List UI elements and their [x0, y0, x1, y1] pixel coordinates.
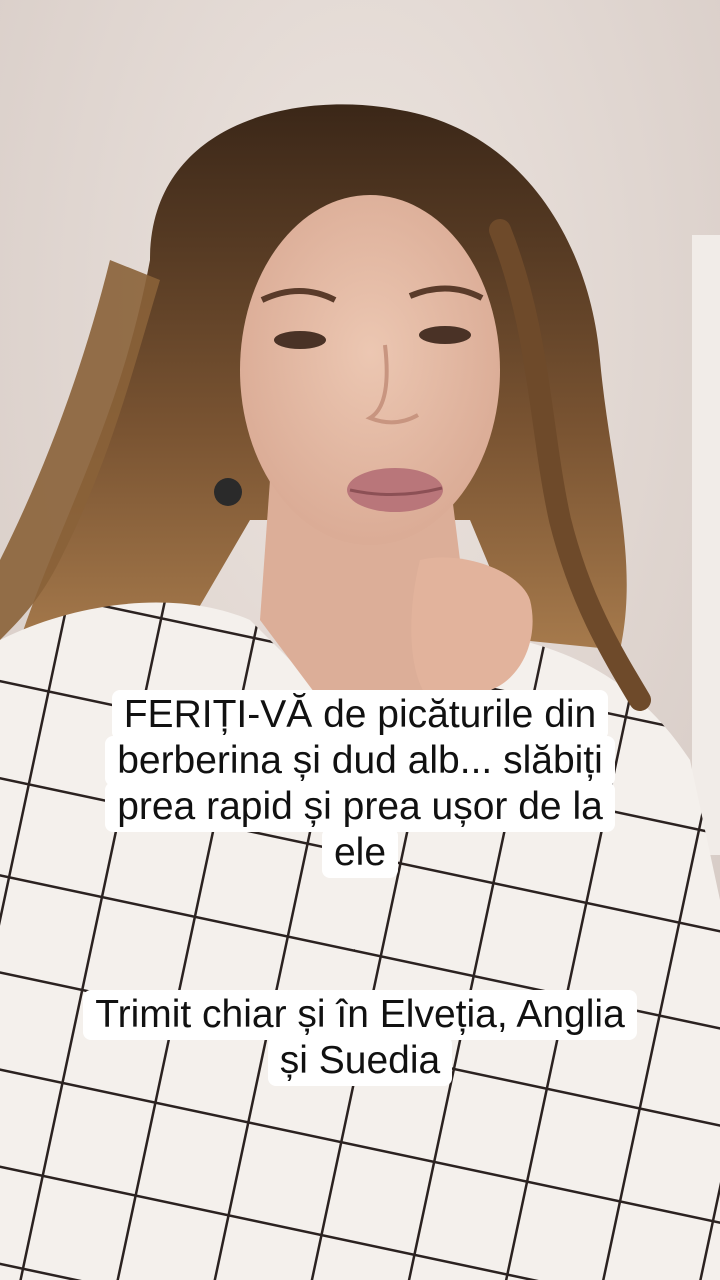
- caption-line: ele: [321, 828, 399, 878]
- caption-line: și Suedia: [267, 1036, 453, 1086]
- caption-line: berberina și dud alb... slăbiți: [105, 736, 615, 786]
- video-frame[interactable]: [0, 0, 720, 1280]
- caption-block-1: FERIȚI-VĂ de picăturile din berberina și…: [0, 690, 720, 878]
- caption-line: prea rapid și prea ușor de la: [105, 782, 615, 832]
- video-scene-illustration: [0, 0, 720, 1280]
- caption-line: Trimit chiar și în Elveția, Anglia: [83, 990, 637, 1040]
- caption-line: FERIȚI-VĂ de picăturile din: [111, 690, 609, 740]
- caption-block-2: Trimit chiar și în Elveția, Anglia și Su…: [0, 990, 720, 1086]
